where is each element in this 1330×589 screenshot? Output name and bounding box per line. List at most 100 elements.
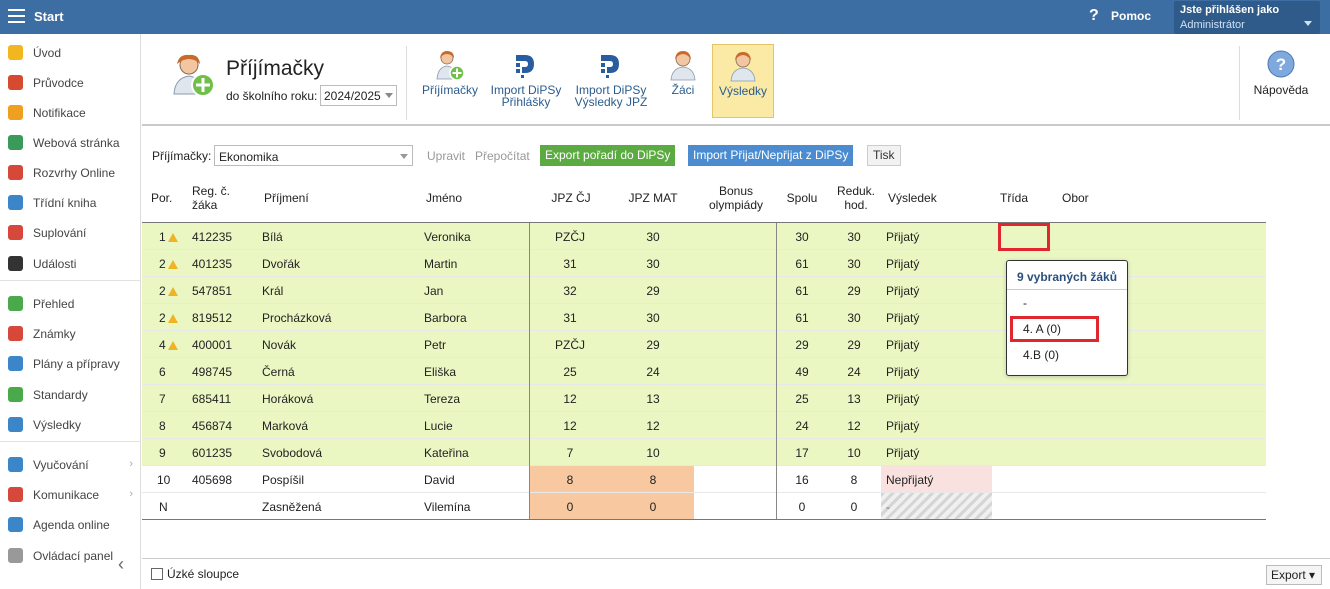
- col-header-reduced[interactable]: Reduk. hod.: [831, 184, 881, 212]
- cell-total: 61: [795, 257, 809, 271]
- cell-order-value: 7: [159, 392, 166, 406]
- export-menu-button[interactable]: Export ▾: [1266, 565, 1322, 585]
- import-decision-button[interactable]: Import Přijat/Nepřijat z DiPSy: [688, 145, 854, 166]
- cell-jpz-mat: 30: [646, 311, 660, 325]
- sidebar-item[interactable]: Úvod: [0, 39, 141, 67]
- col-header-name[interactable]: Jméno: [426, 191, 462, 205]
- cell-reg: 456874: [192, 419, 233, 433]
- sidebar-item[interactable]: Události: [0, 250, 141, 278]
- sidebar-item[interactable]: Průvodce: [0, 69, 141, 97]
- cell-order: 2: [159, 284, 178, 298]
- cell-result: Přijatý: [886, 311, 920, 325]
- cell-reg: 601235: [192, 446, 233, 460]
- highlight-class-cell[interactable]: [998, 223, 1050, 251]
- toolbar-button-import-applications[interactable]: Import DiPSy Přihlášky: [487, 44, 565, 118]
- column-divider: [776, 439, 777, 466]
- export-order-button[interactable]: Export pořadí do DiPSy: [540, 145, 676, 166]
- sidebar-item-label: Plány a přípravy: [33, 357, 120, 371]
- col-header-surname[interactable]: Příjmení: [264, 191, 309, 205]
- sidebar-item[interactable]: Plány a přípravy: [0, 350, 141, 378]
- cell-result: Nepřijatý: [886, 473, 934, 487]
- warning-icon: [167, 260, 178, 269]
- warning-icon: [167, 341, 178, 350]
- cell-reg: 685411: [192, 392, 232, 406]
- home-icon: [8, 135, 23, 150]
- toolbar-button-results[interactable]: Výsledky: [712, 44, 774, 118]
- sidebar-item[interactable]: Výsledky: [0, 411, 141, 439]
- sidebar-item-label: Komunikace: [33, 488, 100, 502]
- cell-name: Petr: [424, 338, 447, 352]
- col-header-reg[interactable]: Reg. č. žáka: [192, 184, 236, 212]
- cell-reduced: 30: [847, 230, 861, 244]
- col-header-class[interactable]: Třída: [1000, 191, 1028, 205]
- table-row[interactable]: 7 685411 Horáková Tereza 12 13 25 13 Přijatý: [142, 385, 1266, 412]
- cell-reduced: 29: [847, 338, 861, 352]
- cell-reg: 412235: [192, 230, 233, 244]
- sidebar-item[interactable]: Vyučování ›: [0, 451, 141, 479]
- help-button[interactable]: ? Nápověda: [1247, 44, 1315, 118]
- toolbar-button-admissions[interactable]: Příjímačky: [418, 44, 482, 118]
- cell-surname: Černá: [262, 365, 295, 379]
- toolbar-divider: [1239, 46, 1240, 120]
- user-menu[interactable]: Jste přihlášen jako Administrátor: [1174, 1, 1320, 34]
- edit-link[interactable]: Upravit: [427, 149, 465, 163]
- cell-result: Přijatý: [886, 230, 920, 244]
- toolbar: Příjímačky do školního roku: 2024/2025 P…: [142, 40, 1330, 126]
- cell-total: 16: [795, 473, 809, 487]
- sidebar-item[interactable]: Třídní kniha: [0, 189, 141, 217]
- page-title: Příjímačky: [226, 57, 325, 80]
- col-header-total[interactable]: Spolu: [777, 191, 827, 205]
- col-header-field[interactable]: Obor: [1062, 191, 1089, 205]
- sidebar-item[interactable]: Agenda online: [0, 511, 141, 539]
- table-row[interactable]: 9 601235 Svobodová Kateřina 7 10 17 10 Přijatý: [142, 439, 1266, 466]
- col-header-result[interactable]: Výsledek: [888, 191, 937, 205]
- table-row[interactable]: 10 405698 Pospíšil David 8 8 16 8 Nepřijatý: [142, 466, 1266, 493]
- admissions-select[interactable]: Ekonomika: [214, 145, 413, 166]
- cell-jpz-cj: 12: [563, 392, 577, 406]
- year-select[interactable]: 2024/2025: [320, 85, 397, 106]
- hamburger-menu-icon[interactable]: [8, 9, 25, 24]
- table-row[interactable]: 1 412235 Bílá Veronika PZČJ 30 30 30 Přijatý: [142, 223, 1266, 250]
- popup-option-none[interactable]: -: [1023, 296, 1027, 310]
- cell-jpz-mat: 29: [646, 284, 660, 298]
- sidebar-item-label: Události: [33, 257, 77, 271]
- cell-name: Veronika: [424, 230, 471, 244]
- sidebar-item[interactable]: Známky: [0, 320, 141, 348]
- sidebar-item[interactable]: Přehled: [0, 290, 141, 318]
- table-row[interactable]: 8 456874 Marková Lucie 12 12 24 12 Přijatý: [142, 412, 1266, 439]
- popup-option-4b[interactable]: 4.B (0): [1023, 348, 1059, 362]
- col-header-jpz-mat[interactable]: JPZ MAT: [612, 191, 694, 205]
- narrow-columns-checkbox[interactable]: [151, 568, 163, 580]
- sidebar-item[interactable]: Webová stránka: [0, 129, 141, 157]
- table-row[interactable]: N Zasněžená Vilemína 0 0 0 0 -: [142, 493, 1266, 520]
- start-link[interactable]: Start: [34, 9, 64, 24]
- toolbar-button-students[interactable]: Žáci: [658, 44, 708, 118]
- column-divider: [776, 304, 777, 331]
- cell-jpz-mat: 30: [646, 257, 660, 271]
- sidebar-item[interactable]: Rozvrhy Online: [0, 159, 141, 187]
- sidebar-item[interactable]: Standardy: [0, 381, 141, 409]
- sidebar-item[interactable]: Ovládací panel: [0, 542, 141, 570]
- cell-jpz-cj: 25: [563, 365, 577, 379]
- sidebar-item[interactable]: Suplování: [0, 219, 141, 247]
- sidebar-item[interactable]: Notifikace: [0, 99, 141, 127]
- warning-icon: [167, 314, 178, 323]
- cell-order-value: 2: [159, 311, 166, 325]
- col-header-bonus[interactable]: Bonus olympiády: [698, 184, 774, 212]
- sidebar-item[interactable]: Komunikace ›: [0, 481, 141, 509]
- col-header-order[interactable]: Por.: [151, 191, 172, 205]
- sidebar: ‹ Úvod Průvodce Notifikace Webová stránka Ro…: [0, 34, 141, 589]
- column-divider: [776, 250, 777, 277]
- help-link[interactable]: Pomoc: [1111, 9, 1151, 23]
- cell-name: David: [424, 473, 455, 487]
- help-question-icon[interactable]: ?: [1089, 7, 1099, 25]
- top-bar: Start ? Pomoc Jste přihlášen jako Admini…: [0, 0, 1330, 34]
- narrow-columns-label[interactable]: Úzké sloupce: [167, 567, 239, 581]
- toolbar-button-import-results[interactable]: Import DiPSy Výsledky JPZ: [570, 44, 652, 118]
- recalculate-link[interactable]: Přepočítat: [475, 149, 530, 163]
- sidebar-item-label: Webová stránka: [33, 136, 120, 150]
- cell-jpz-cj: 31: [563, 311, 577, 325]
- print-button[interactable]: Tisk: [867, 145, 901, 166]
- column-divider: [776, 466, 777, 493]
- col-header-jpz-cj[interactable]: JPZ ČJ: [531, 191, 611, 205]
